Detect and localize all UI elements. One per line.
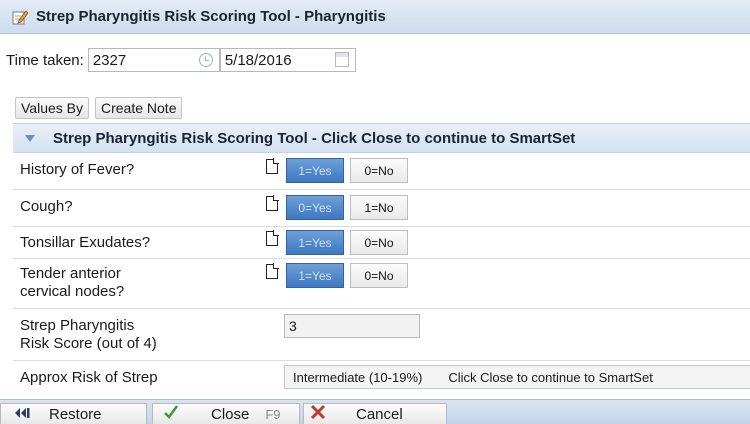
question-row-cervical-nodes: Tender anterior cervical nodes? 1=Yes 0=… bbox=[13, 259, 750, 309]
date-value: 5/18/2016 bbox=[224, 51, 292, 69]
title-bar: Strep Pharyngitis Risk Scoring Tool - Ph… bbox=[0, 0, 750, 34]
option-yes-button[interactable]: 0=Yes bbox=[286, 195, 344, 220]
cancel-label: Cancel bbox=[356, 405, 403, 423]
option-yes-button[interactable]: 1=Yes bbox=[286, 230, 344, 255]
collapse-triangle-icon[interactable] bbox=[25, 134, 35, 142]
comment-icon[interactable] bbox=[266, 230, 279, 246]
risk-label: Approx Risk of Strep bbox=[20, 369, 158, 386]
restore-label: Restore bbox=[49, 405, 102, 423]
date-input[interactable]: 5/18/2016 bbox=[219, 48, 356, 72]
option-yes-button[interactable]: 1=Yes bbox=[286, 158, 344, 183]
restore-icon bbox=[13, 406, 31, 423]
question-row-cough: Cough? 0=Yes 1=No bbox=[13, 190, 750, 227]
risk-result-field: Intermediate (10-19%) Click Close to con… bbox=[284, 365, 750, 389]
option-no-button[interactable]: 0=No bbox=[350, 158, 408, 183]
window-title: Strep Pharyngitis Risk Scoring Tool - Ph… bbox=[36, 8, 386, 25]
question-label: Tonsillar Exudates? bbox=[20, 234, 151, 251]
time-value: 2327 bbox=[92, 51, 127, 69]
checkmark-icon bbox=[163, 404, 179, 424]
score-label-line1: Strep Pharyngitis bbox=[20, 317, 135, 334]
question-label: Cough? bbox=[20, 198, 73, 215]
question-label-line1: Tender anterior bbox=[20, 265, 121, 282]
risk-note: Click Close to continue to SmartSet bbox=[448, 369, 653, 385]
option-no-button[interactable]: 1=No bbox=[350, 195, 408, 220]
option-yes-button[interactable]: 1=Yes bbox=[286, 263, 344, 288]
time-input[interactable]: 2327 bbox=[87, 48, 220, 72]
close-shortcut: F9 bbox=[265, 406, 281, 422]
option-no-button[interactable]: 0=No bbox=[350, 230, 408, 255]
section-header[interactable]: Strep Pharyngitis Risk Scoring Tool - Cl… bbox=[13, 123, 750, 153]
question-label-line2: cervical nodes? bbox=[20, 283, 125, 300]
question-row-fever: History of Fever? 1=Yes 0=No bbox=[13, 153, 750, 190]
risk-score-field: 3 bbox=[284, 314, 420, 338]
cancel-x-icon bbox=[310, 404, 326, 424]
create-note-button[interactable]: Create Note bbox=[95, 97, 183, 119]
restore-button[interactable]: Restore bbox=[0, 403, 147, 424]
footer-bar: Restore Close F9 Cancel bbox=[0, 399, 750, 424]
edit-note-icon bbox=[12, 9, 29, 25]
question-label: History of Fever? bbox=[20, 161, 135, 178]
comment-icon[interactable] bbox=[266, 195, 279, 211]
score-label: Strep Pharyngitis Risk Score (out of 4) bbox=[20, 317, 220, 353]
comment-icon[interactable] bbox=[266, 158, 279, 174]
close-button[interactable]: Close F9 bbox=[152, 403, 300, 424]
cancel-button[interactable]: Cancel bbox=[303, 403, 447, 424]
calendar-icon[interactable] bbox=[334, 52, 349, 67]
question-row-tonsillar-exudates: Tonsillar Exudates? 1=Yes 0=No bbox=[13, 227, 750, 259]
comment-icon[interactable] bbox=[266, 263, 279, 279]
values-by-button[interactable]: Values By bbox=[15, 97, 89, 119]
score-label-line2: Risk Score (out of 4) bbox=[20, 335, 157, 352]
time-taken-label: Time taken: bbox=[6, 51, 84, 69]
close-label: Close bbox=[211, 405, 250, 423]
toolbar: Values By Create Note bbox=[15, 97, 183, 119]
time-taken-row: Time taken: 2327 5/18/2016 bbox=[6, 45, 356, 75]
clock-icon[interactable] bbox=[198, 53, 213, 67]
question-label: Tender anterior cervical nodes? bbox=[20, 265, 220, 301]
risk-value: Intermediate (10-19%) bbox=[293, 369, 423, 385]
section-title: Strep Pharyngitis Risk Scoring Tool - Cl… bbox=[53, 129, 576, 147]
option-no-button[interactable]: 0=No bbox=[350, 263, 408, 288]
